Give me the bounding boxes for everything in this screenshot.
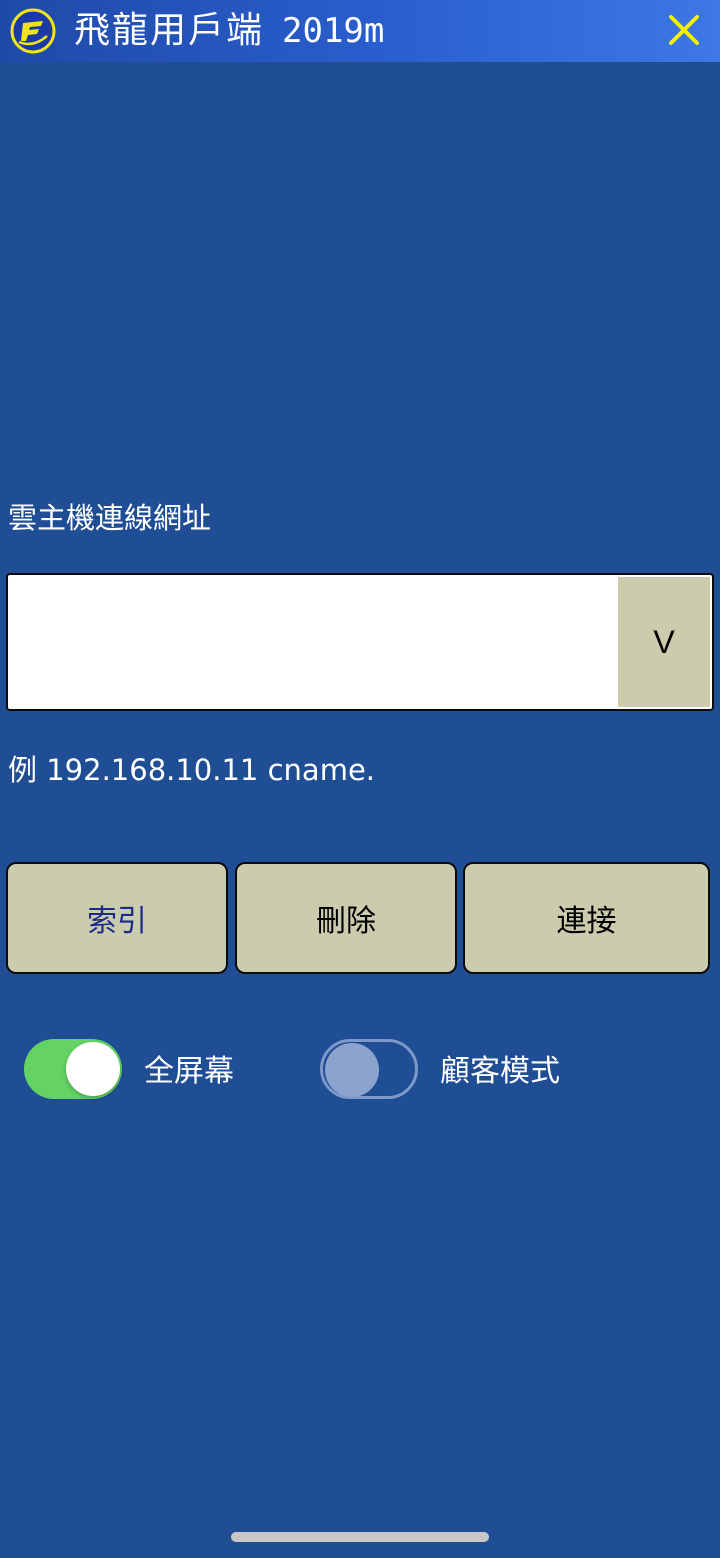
- search-button[interactable]: 索引: [6, 862, 228, 974]
- window-title: 飛龍用戶端 2019m: [74, 6, 384, 56]
- url-example-hint: 例 192.168.10.11 cname.: [8, 753, 376, 787]
- fullscreen-toggle[interactable]: [24, 1039, 122, 1099]
- connect-button[interactable]: 連接: [463, 862, 710, 974]
- guest-mode-label: 顧客模式: [440, 1054, 560, 1089]
- app-name: 飛龍用戶端: [74, 10, 265, 51]
- title-bar: 飛龍用戶端 2019m: [0, 0, 720, 62]
- app-version: 2019m: [282, 11, 385, 51]
- url-dropdown-button[interactable]: V: [618, 577, 710, 707]
- url-section-label: 雲主機連線網址: [8, 501, 212, 535]
- url-input[interactable]: [8, 575, 618, 709]
- app-logo-icon: [10, 8, 56, 54]
- home-indicator[interactable]: [231, 1532, 489, 1542]
- toggle-knob: [66, 1042, 120, 1096]
- close-icon[interactable]: [664, 10, 704, 50]
- guest-mode-toggle[interactable]: [320, 1039, 418, 1099]
- fullscreen-label: 全屏幕: [144, 1054, 234, 1089]
- toggle-knob: [325, 1043, 379, 1097]
- delete-button[interactable]: 刪除: [235, 862, 457, 974]
- url-combobox: V: [6, 573, 714, 711]
